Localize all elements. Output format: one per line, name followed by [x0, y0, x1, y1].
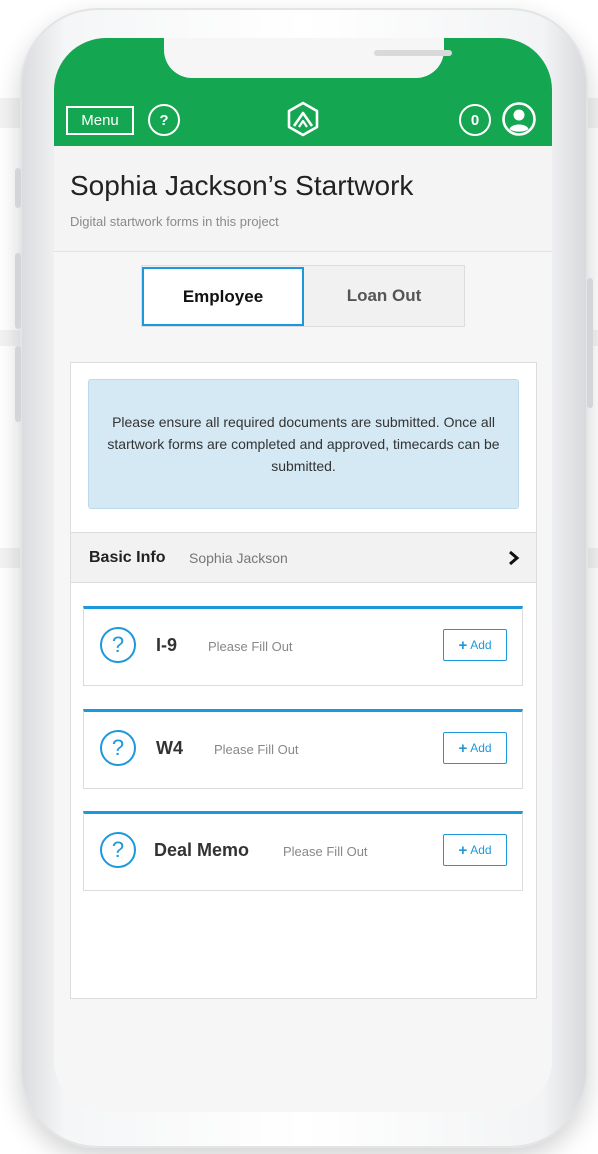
page-header: Sophia Jackson’s Startwork Digital start… — [54, 146, 552, 252]
form-status: Please Fill Out — [214, 742, 299, 757]
basic-info-label: Basic Info — [89, 549, 166, 566]
basic-info-value: Sophia Jackson — [189, 550, 288, 566]
add-button-label: Add — [470, 741, 492, 755]
notice-text: Please ensure all required documents are… — [107, 414, 500, 474]
phone-side-button — [587, 278, 593, 408]
menu-button[interactable]: Menu — [66, 106, 134, 135]
form-status: Please Fill Out — [208, 639, 293, 654]
form-title: Deal Memo — [154, 840, 250, 860]
add-button-label: Add — [470, 638, 492, 652]
phone-speaker — [374, 50, 452, 56]
tab-bar: Employee Loan Out — [141, 265, 465, 327]
form-title: I-9 — [156, 635, 178, 655]
chevron-right-icon — [509, 550, 520, 566]
phone-side-button — [15, 168, 21, 208]
phone-frame: Menu ? 0 Sophia Jackson’s Startwork Digi… — [15, 8, 593, 1148]
add-w4-button[interactable]: + Add — [443, 732, 507, 764]
question-circle-icon: ? — [100, 832, 136, 868]
question-circle-icon: ? — [100, 730, 136, 766]
plus-icon: + — [458, 636, 468, 654]
form-card-i9: ? I-9 Please Fill Out + Add — [83, 606, 523, 686]
add-deal-memo-button[interactable]: + Add — [443, 834, 507, 866]
plus-icon: + — [458, 739, 468, 757]
tab-loan-out[interactable]: Loan Out — [304, 266, 464, 326]
info-notice: Please ensure all required documents are… — [88, 379, 519, 509]
app-logo-icon — [287, 101, 319, 137]
page-subtitle: Digital startwork forms in this project — [70, 214, 279, 229]
app-header: Menu ? 0 — [54, 38, 552, 146]
form-card-deal-memo: ? Deal Memo Please Fill Out + Add — [83, 811, 523, 891]
user-avatar-icon[interactable] — [502, 102, 536, 136]
question-circle-icon: ? — [100, 627, 136, 663]
startwork-panel: Please ensure all required documents are… — [70, 362, 537, 999]
basic-info-row[interactable]: Basic Info Sophia Jackson — [71, 532, 536, 583]
notification-count-button[interactable]: 0 — [459, 104, 491, 136]
form-title: W4 — [156, 738, 183, 758]
plus-icon: + — [458, 841, 468, 859]
tab-employee[interactable]: Employee — [142, 267, 304, 326]
phone-side-button — [15, 253, 21, 329]
phone-side-button — [15, 346, 21, 422]
phone-notch — [164, 38, 452, 78]
add-i9-button[interactable]: + Add — [443, 629, 507, 661]
add-button-label: Add — [470, 843, 492, 857]
help-button[interactable]: ? — [148, 104, 180, 136]
phone-screen: Menu ? 0 Sophia Jackson’s Startwork Digi… — [54, 38, 552, 1112]
form-status: Please Fill Out — [283, 844, 368, 859]
page-title: Sophia Jackson’s Startwork — [70, 170, 414, 201]
main-content: Employee Loan Out Please ensure all requ… — [54, 252, 552, 1112]
form-card-w4: ? W4 Please Fill Out + Add — [83, 709, 523, 789]
